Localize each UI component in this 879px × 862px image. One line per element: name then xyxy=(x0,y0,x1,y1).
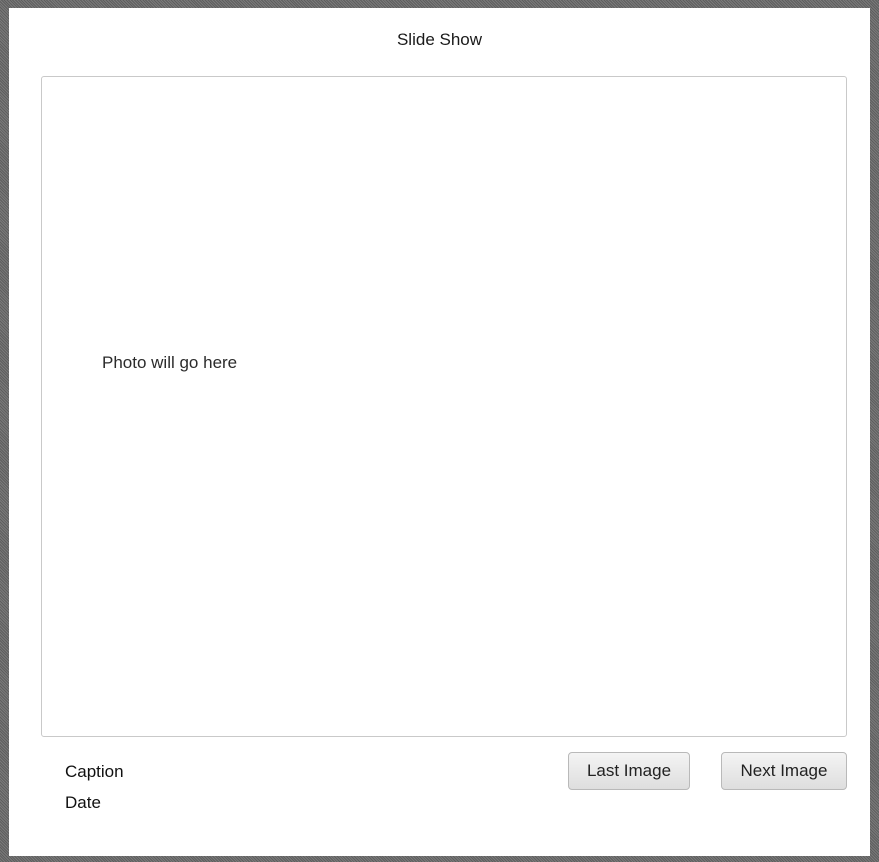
date-label: Date xyxy=(65,793,101,812)
photo-placeholder-text: Photo will go here xyxy=(102,353,238,372)
caption-label: Caption xyxy=(65,762,124,781)
next-image-button[interactable]: Next Image xyxy=(721,752,847,790)
photo-panel: Photo will go here xyxy=(41,76,847,737)
slide-show-window: Slide Show Photo will go here Caption Da… xyxy=(9,8,870,856)
last-image-button[interactable]: Last Image xyxy=(568,752,690,790)
window-title: Slide Show xyxy=(396,30,483,49)
window-frame: Slide Show Photo will go here Caption Da… xyxy=(0,0,879,862)
